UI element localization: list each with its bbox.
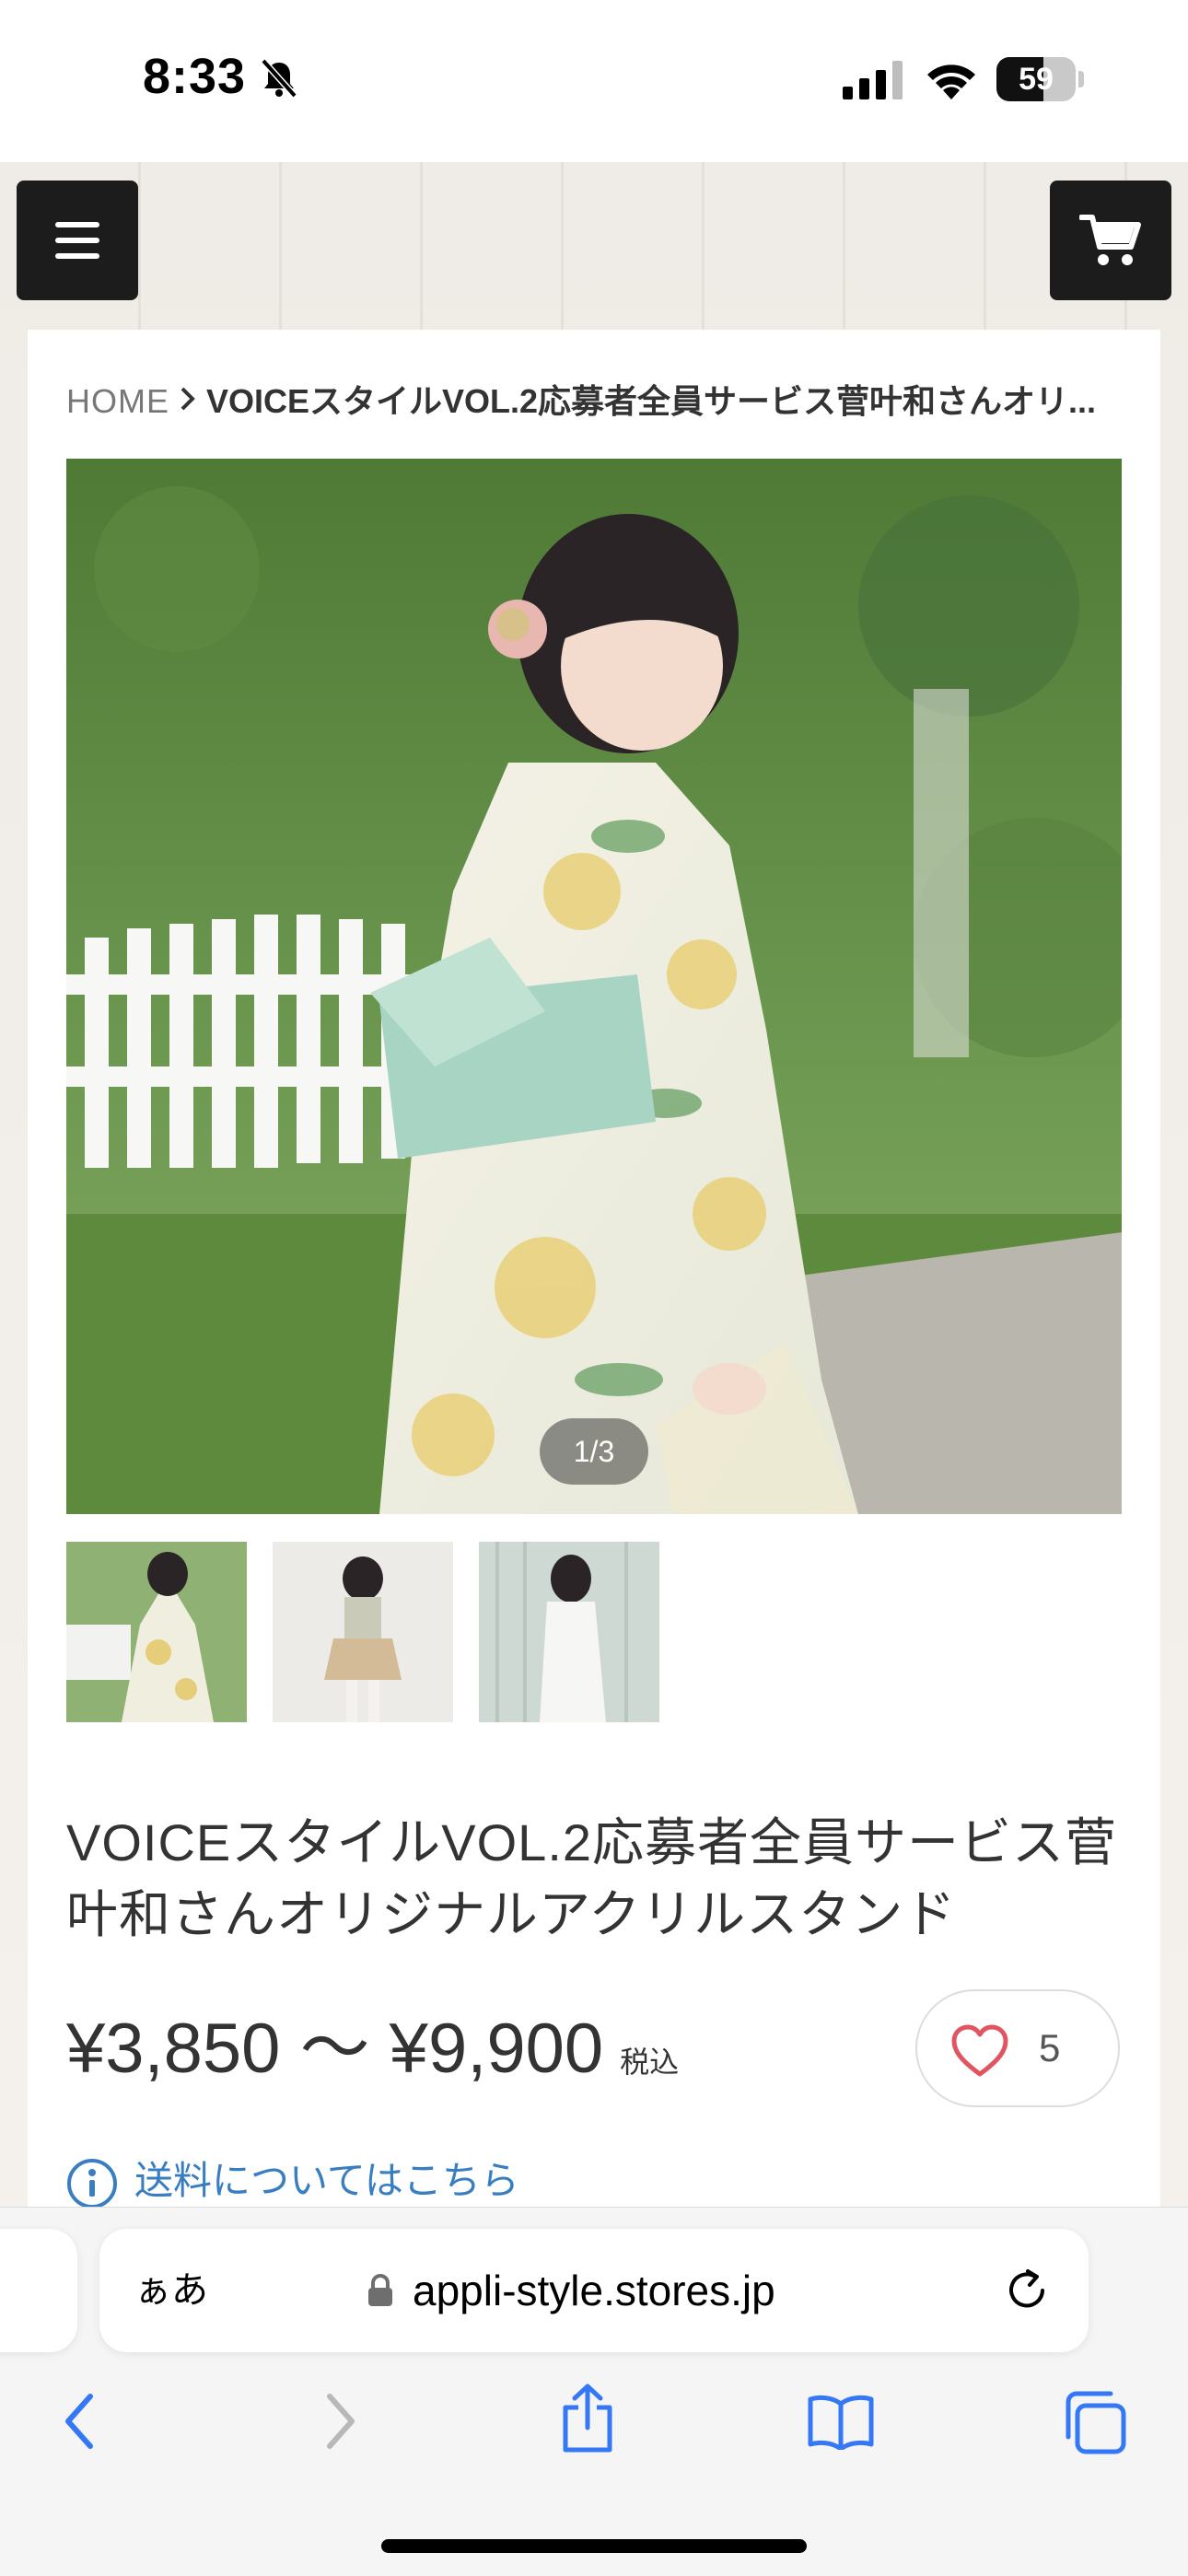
- battery-icon: 59: [996, 57, 1085, 101]
- bookmarks-icon[interactable]: [807, 2393, 875, 2450]
- heart-icon: [951, 2024, 1008, 2077]
- wifi-icon: [927, 64, 975, 99]
- text-size-button[interactable]: ぁあ: [134, 2229, 208, 2352]
- cellular-signal-icon: [843, 61, 903, 99]
- share-icon[interactable]: [558, 2384, 617, 2454]
- url-text: appli-style.stores.jp: [413, 2267, 775, 2314]
- product-price: ¥3,850 〜 ¥9,900 税込: [66, 2008, 679, 2104]
- address-bar[interactable]: ぁあ appli-style.stores.jp: [99, 2229, 1089, 2352]
- breadcrumb: HOME VOICEスタイルVOL.2応募者全員サービス菅叶和さんオリ...: [66, 376, 1125, 427]
- breadcrumb-current: VOICEスタイルVOL.2応募者全員サービス菅叶和さんオリ...: [206, 382, 1097, 420]
- image-counter: 1/3: [540, 1418, 648, 1485]
- status-bar: 8:33 59: [0, 0, 1188, 162]
- breadcrumb-home[interactable]: HOME: [66, 382, 169, 420]
- price-range: ¥3,850 〜 ¥9,900: [66, 2010, 604, 2088]
- cart-button[interactable]: [1050, 181, 1171, 300]
- lock-icon: [368, 2274, 392, 2306]
- forward-icon[interactable]: [317, 2389, 363, 2454]
- product-title: VOICEスタイルVOL.2応募者全員サービス菅叶和さんオリジナルアクリルスタン…: [66, 1813, 1118, 1943]
- thumbnail-1[interactable]: [66, 1542, 247, 1722]
- main-product-image[interactable]: [66, 459, 1122, 1514]
- favorite-count: 5: [1039, 2026, 1061, 2069]
- status-time: 8:33: [143, 49, 247, 104]
- cart-icon: [1079, 215, 1141, 265]
- back-icon[interactable]: [57, 2389, 103, 2454]
- shipping-info-link[interactable]: 送料についてはこちら: [66, 2153, 519, 2209]
- battery-percent: 59: [1019, 62, 1054, 97]
- info-icon: [67, 2158, 117, 2209]
- thumbnail-2[interactable]: [273, 1542, 453, 1722]
- tax-label: 税込: [620, 2046, 680, 2079]
- home-indicator: [381, 2539, 807, 2553]
- thumbnail-3[interactable]: [479, 1542, 659, 1722]
- chevron-right-icon: [169, 376, 206, 427]
- menu-button[interactable]: [17, 181, 138, 300]
- reload-icon[interactable]: [1002, 2266, 1052, 2315]
- favorite-button[interactable]: 5: [915, 1989, 1120, 2107]
- bell-slash-icon: [261, 58, 297, 99]
- previous-tab-pill[interactable]: [0, 2229, 77, 2352]
- shipping-link-label: 送料についてはこちら: [134, 2159, 519, 2202]
- tabs-icon[interactable]: [1061, 2389, 1127, 2455]
